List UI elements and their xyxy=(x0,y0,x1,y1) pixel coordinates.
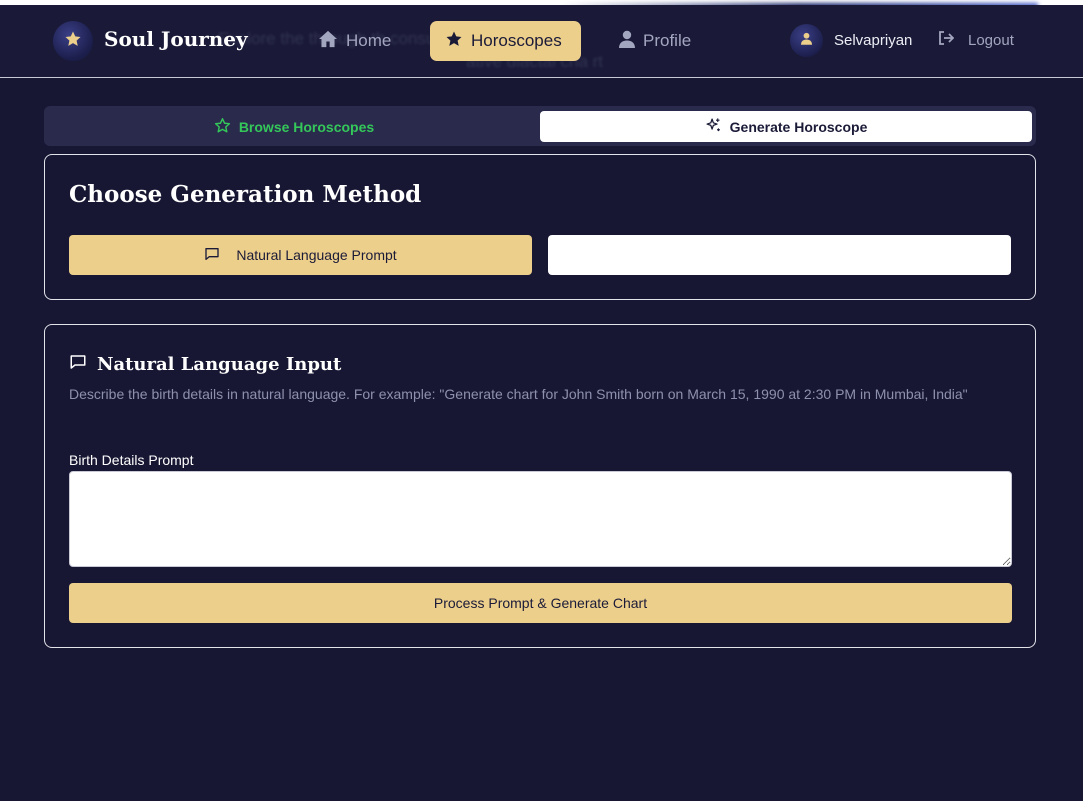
tab-browse-label: Browse Horoscopes xyxy=(238,118,375,135)
natural-language-method-button[interactable]: Natural Language Prompt xyxy=(69,235,532,275)
natural-language-input-title: Natural Language Input xyxy=(69,353,341,376)
process-prompt-button[interactable]: Process Prompt & Generate Chart xyxy=(69,583,1012,623)
user-icon xyxy=(801,32,812,50)
message-square-icon xyxy=(69,353,87,376)
tab-generate-label: Generate Horoscope xyxy=(729,118,868,135)
form-method-button[interactable] xyxy=(548,235,1011,275)
nav-home[interactable]: Home xyxy=(318,21,391,61)
user-name[interactable]: Selvapriyan xyxy=(834,32,912,49)
brand-name[interactable]: Soul Journey xyxy=(104,27,248,51)
user-icon xyxy=(619,30,635,53)
logout-label: Logout xyxy=(968,31,1014,49)
birth-details-label: Birth Details Prompt xyxy=(69,452,194,468)
nav-horoscopes-label: Horoscopes xyxy=(471,31,562,50)
generation-method-card: Choose Generation Method Natural Languag… xyxy=(44,154,1036,300)
star-icon xyxy=(445,30,463,53)
birth-details-prompt-input[interactable] xyxy=(69,471,1012,567)
tab-browse-horoscopes[interactable]: Browse Horoscopes xyxy=(48,111,540,142)
avatar[interactable] xyxy=(790,24,823,57)
nav-profile-label: Profile xyxy=(643,31,692,50)
logout-icon xyxy=(938,31,955,49)
brand-logo[interactable] xyxy=(53,21,93,61)
natural-language-input-card: Natural Language Input Describe the birt… xyxy=(44,324,1036,648)
nav-horoscopes[interactable]: Horoscopes xyxy=(430,21,581,61)
top-nav-bar: Explore the through th consult spes or g… xyxy=(0,5,1083,78)
logout-button[interactable]: Logout xyxy=(938,31,1014,49)
nav-profile[interactable]: Profile xyxy=(619,21,691,61)
generation-method-title: Choose Generation Method xyxy=(69,181,422,208)
nav-home-label: Home xyxy=(346,31,392,50)
star-outline-icon xyxy=(214,117,231,137)
horoscope-tabs: Browse Horoscopes Generate Horoscope xyxy=(44,106,1036,146)
natural-language-input-title-text: Natural Language Input xyxy=(97,354,342,375)
message-square-icon xyxy=(204,246,220,265)
home-icon xyxy=(318,30,338,53)
sparkles-icon xyxy=(705,117,722,137)
tab-generate-horoscope[interactable]: Generate Horoscope xyxy=(540,111,1032,142)
natural-language-method-label: Natural Language Prompt xyxy=(236,247,397,263)
natural-language-description: Describe the birth details in natural la… xyxy=(69,386,968,402)
star-icon xyxy=(64,30,82,53)
